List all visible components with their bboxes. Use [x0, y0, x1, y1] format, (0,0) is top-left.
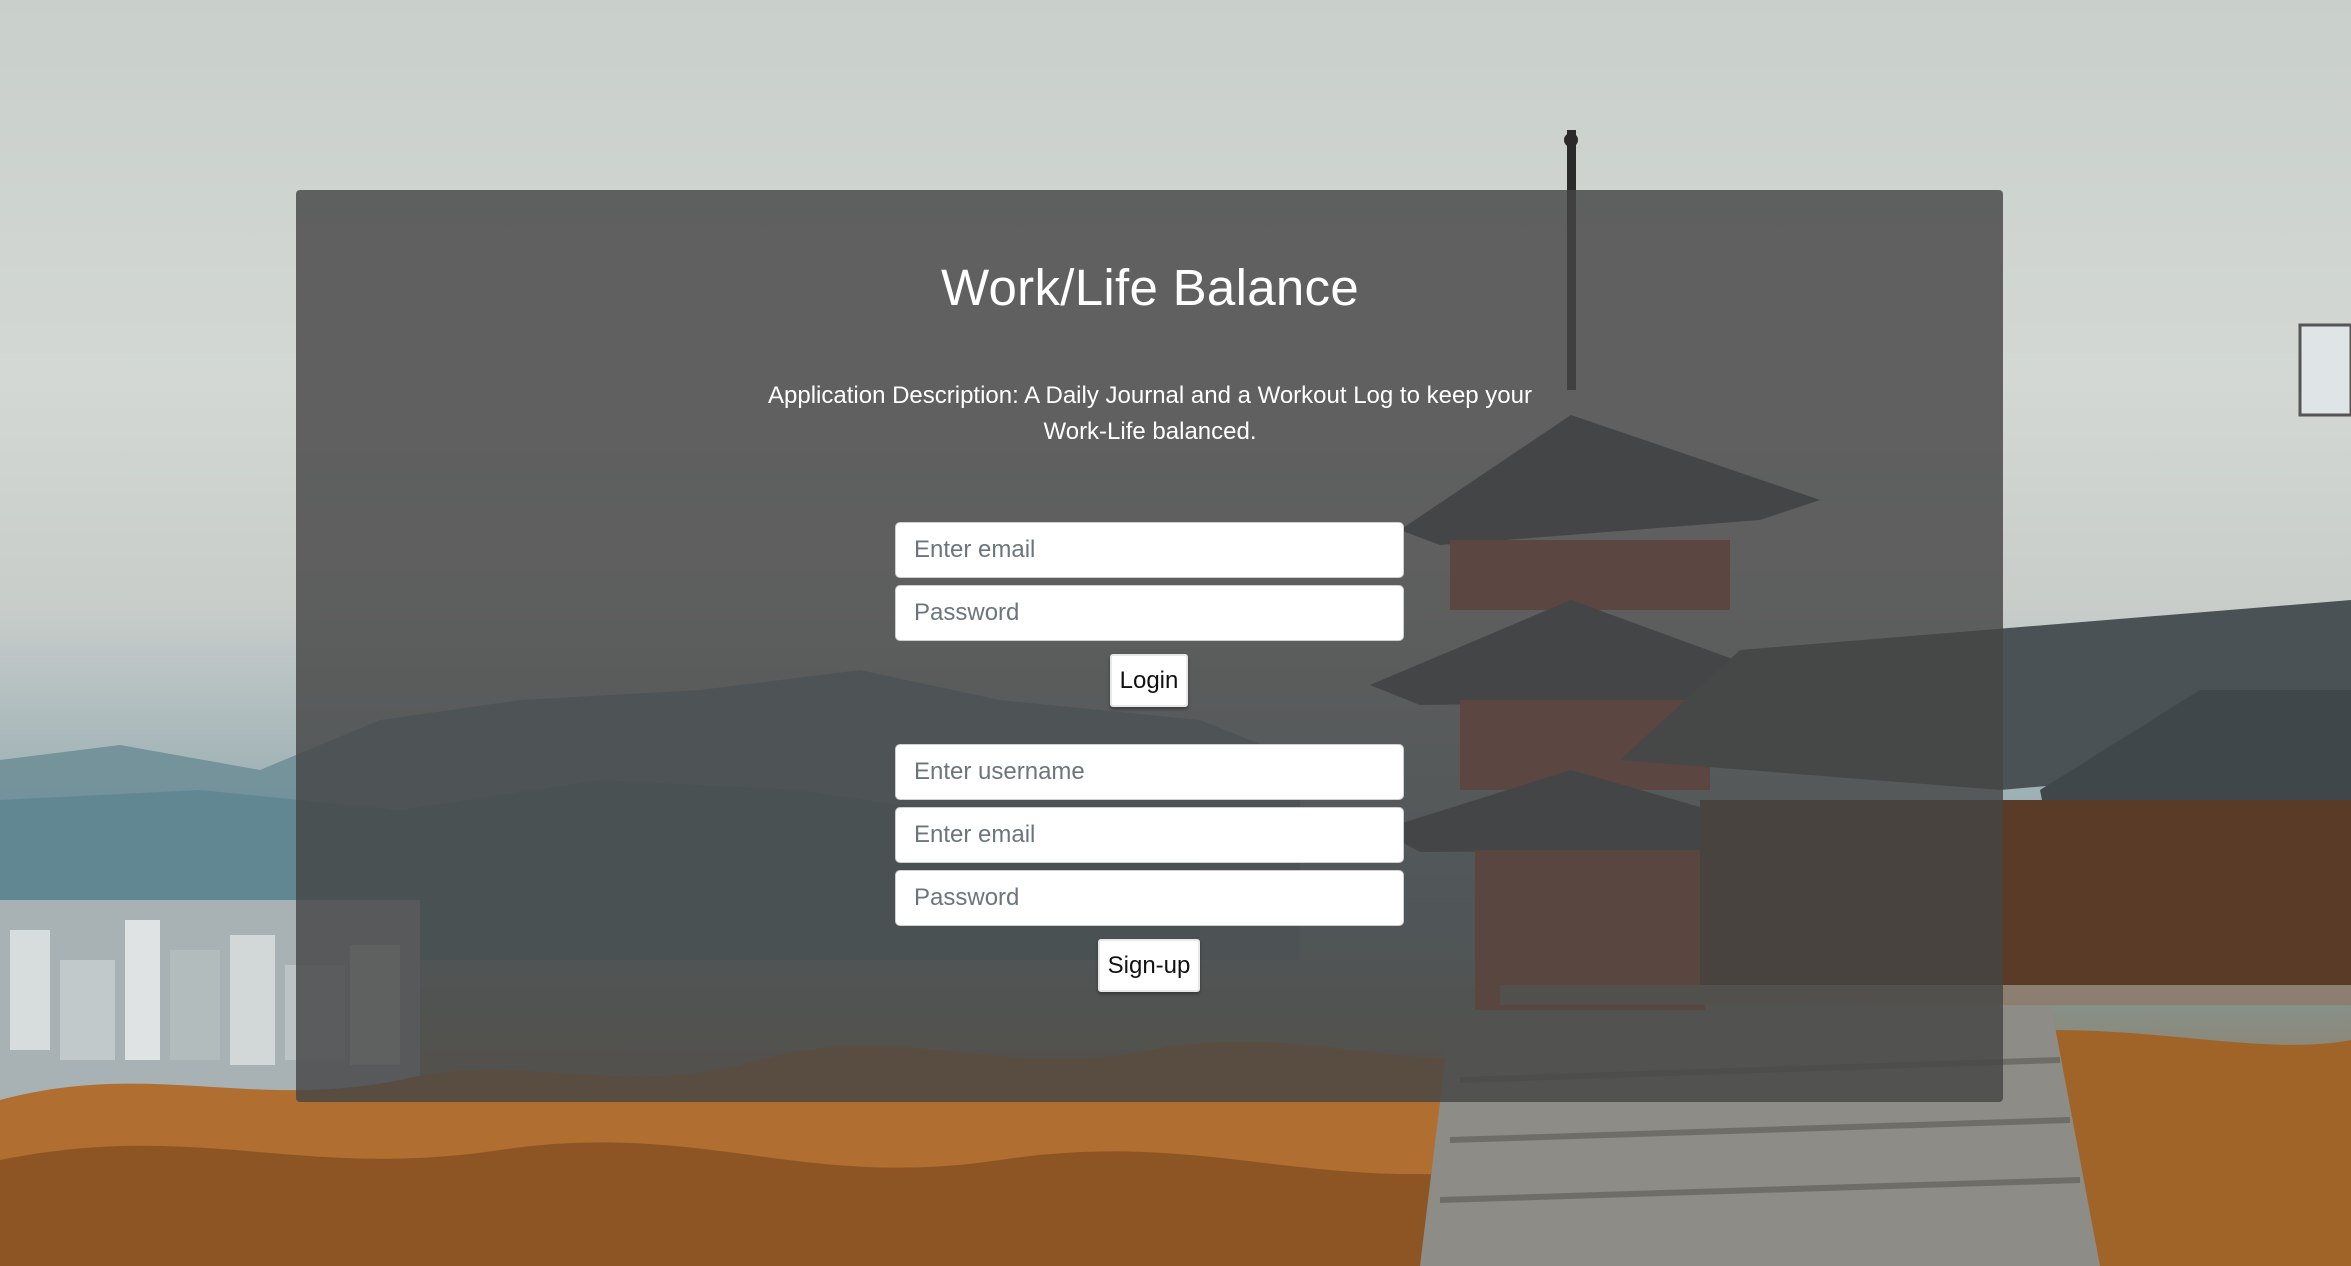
- login-email-input[interactable]: [895, 522, 1404, 578]
- signup-button[interactable]: Sign-up: [1098, 939, 1200, 992]
- signup-email-input[interactable]: [895, 807, 1404, 863]
- signup-username-input[interactable]: [895, 744, 1404, 800]
- login-button[interactable]: Login: [1110, 654, 1188, 707]
- page-title: Work/Life Balance: [940, 259, 1360, 316]
- app-description: Application Description: A Daily Journal…: [768, 382, 1532, 445]
- signup-password-input[interactable]: [895, 870, 1404, 926]
- login-password-input[interactable]: [895, 585, 1404, 641]
